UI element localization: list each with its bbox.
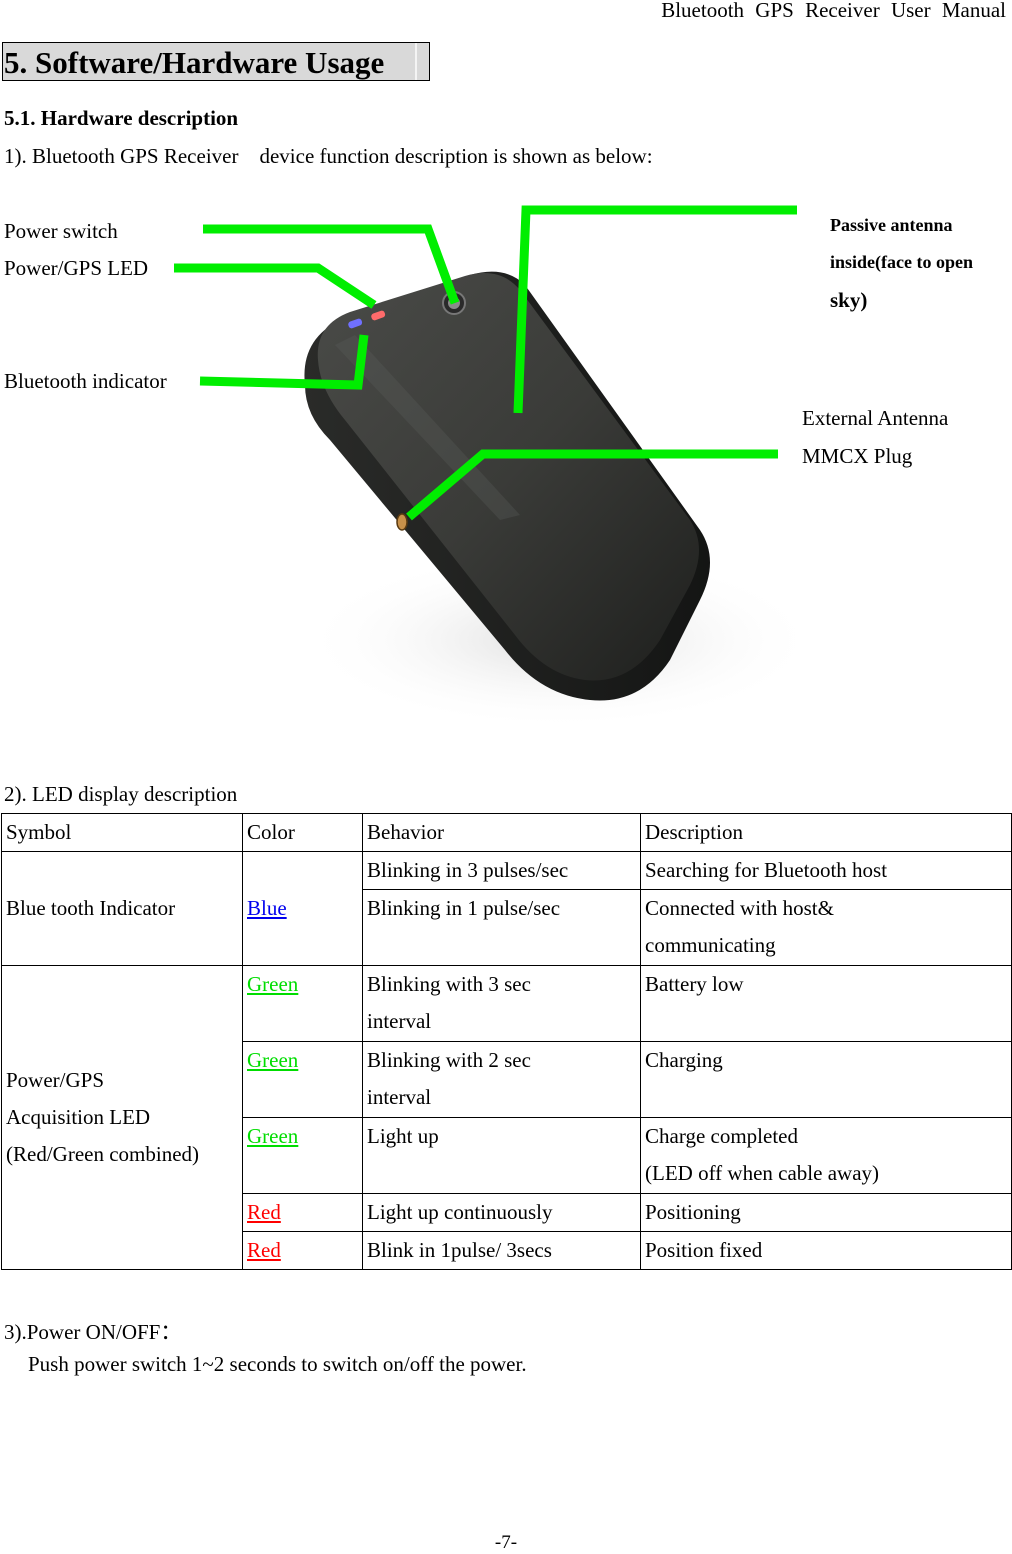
behavior-cell: Light up continuously bbox=[362, 1193, 641, 1232]
header-behavior: Behavior bbox=[362, 813, 641, 852]
symbol-bluetooth-indicator: Blue tooth Indicator bbox=[1, 851, 243, 966]
callout-external-antenna-line2: MMCX Plug bbox=[802, 444, 913, 468]
callout-power-switch: Power switch bbox=[4, 219, 118, 243]
callout-power-gps-led: Power/GPS LED bbox=[4, 256, 149, 280]
behavior-cell: Blinking in 1 pulse/sec bbox=[362, 889, 641, 966]
chapter-title: 5. Software/Hardware Usage bbox=[4, 45, 385, 80]
callout-passive-antenna-line3: sky) bbox=[830, 288, 868, 312]
callout-passive-antenna-line2: inside(face to open bbox=[830, 252, 973, 272]
behavior-cell: Blinking with 3 sec interval bbox=[362, 965, 641, 1042]
color-cell: Green bbox=[242, 1041, 363, 1118]
description-cell: Charging bbox=[640, 1041, 1012, 1118]
color-link-red[interactable]: Red bbox=[247, 1200, 281, 1224]
behavior-line: Blinking with 3 sec bbox=[367, 972, 531, 996]
symbol-line: Power/GPS bbox=[6, 1068, 105, 1092]
color-cell: Green bbox=[242, 965, 363, 1042]
color-link-green[interactable]: Green bbox=[247, 1124, 298, 1148]
chapter-box-divider bbox=[415, 43, 417, 80]
header-color: Color bbox=[242, 813, 363, 852]
description-line: communicating bbox=[645, 933, 776, 957]
callout-line-power-gps-led bbox=[174, 263, 377, 309]
description-cell: Positioning bbox=[640, 1193, 1012, 1232]
behavior-cell: Blink in 1pulse/ 3secs bbox=[362, 1231, 641, 1270]
running-header: Bluetooth GPS Receiver User Manual bbox=[661, 0, 1006, 22]
section-title: 5.1. Hardware description bbox=[4, 106, 239, 130]
behavior-cell: Blinking with 2 sec interval bbox=[362, 1041, 641, 1118]
table-header-row: Symbol Color Behavior Description bbox=[1, 813, 1012, 852]
header-symbol: Symbol bbox=[1, 813, 243, 852]
color-link-blue[interactable]: Blue bbox=[247, 896, 287, 920]
callout-external-antenna-line1: External Antenna bbox=[802, 406, 949, 430]
description-cell: Connected with host& communicating bbox=[640, 889, 1012, 966]
page-number: -7- bbox=[494, 1532, 518, 1553]
description-line: Connected with host& bbox=[645, 896, 834, 920]
description-line: (LED off when cable away) bbox=[645, 1161, 880, 1185]
mmcx-plug bbox=[396, 513, 408, 531]
color-cell: Red bbox=[242, 1193, 363, 1232]
section-intro: 1). Bluetooth GPS Receiver device functi… bbox=[4, 144, 653, 168]
table-row: Blue tooth Indicator Blue Blinking in 3 … bbox=[1, 851, 1012, 966]
color-cell: Blue bbox=[242, 851, 363, 966]
header-description: Description bbox=[640, 813, 1012, 852]
callout-bluetooth-indicator: Bluetooth indicator bbox=[4, 369, 167, 393]
table-row: Power/GPS Acquisition LED (Red/Green com… bbox=[1, 965, 1012, 1270]
color-cell: Red bbox=[242, 1231, 363, 1270]
description-cell: Battery low bbox=[640, 965, 1012, 1042]
behavior-line: Blinking with 2 sec bbox=[367, 1048, 531, 1072]
led-table: Symbol Color Behavior Description Blue t… bbox=[1, 813, 1012, 1270]
led-section-title: 2). LED display description bbox=[4, 782, 238, 806]
description-cell: Position fixed bbox=[640, 1231, 1012, 1270]
symbol-line: Acquisition LED bbox=[6, 1105, 151, 1129]
power-section-body: Push power switch 1~2 seconds to switch … bbox=[28, 1352, 527, 1376]
behavior-line: interval bbox=[367, 1009, 432, 1033]
description-line: Charge completed bbox=[645, 1124, 798, 1148]
color-link-red[interactable]: Red bbox=[247, 1238, 281, 1262]
symbol-line: (Red/Green combined) bbox=[6, 1142, 200, 1166]
behavior-line: interval bbox=[367, 1085, 432, 1109]
behavior-cell: Light up bbox=[362, 1117, 641, 1194]
symbol-power-gps-led: Power/GPS Acquisition LED (Red/Green com… bbox=[1, 965, 243, 1270]
power-section-title: 3).Power ON/OFF： bbox=[4, 1320, 182, 1344]
behavior-cell: Blinking in 3 pulses/sec bbox=[362, 851, 641, 890]
color-link-green[interactable]: Green bbox=[247, 1048, 298, 1072]
callout-passive-antenna-line1: Passive antenna bbox=[830, 215, 953, 235]
description-cell: Charge completed (LED off when cable away… bbox=[640, 1117, 1012, 1194]
color-link-green[interactable]: Green bbox=[247, 972, 298, 996]
color-cell: Green bbox=[242, 1117, 363, 1194]
description-cell: Searching for Bluetooth host bbox=[640, 851, 1012, 890]
